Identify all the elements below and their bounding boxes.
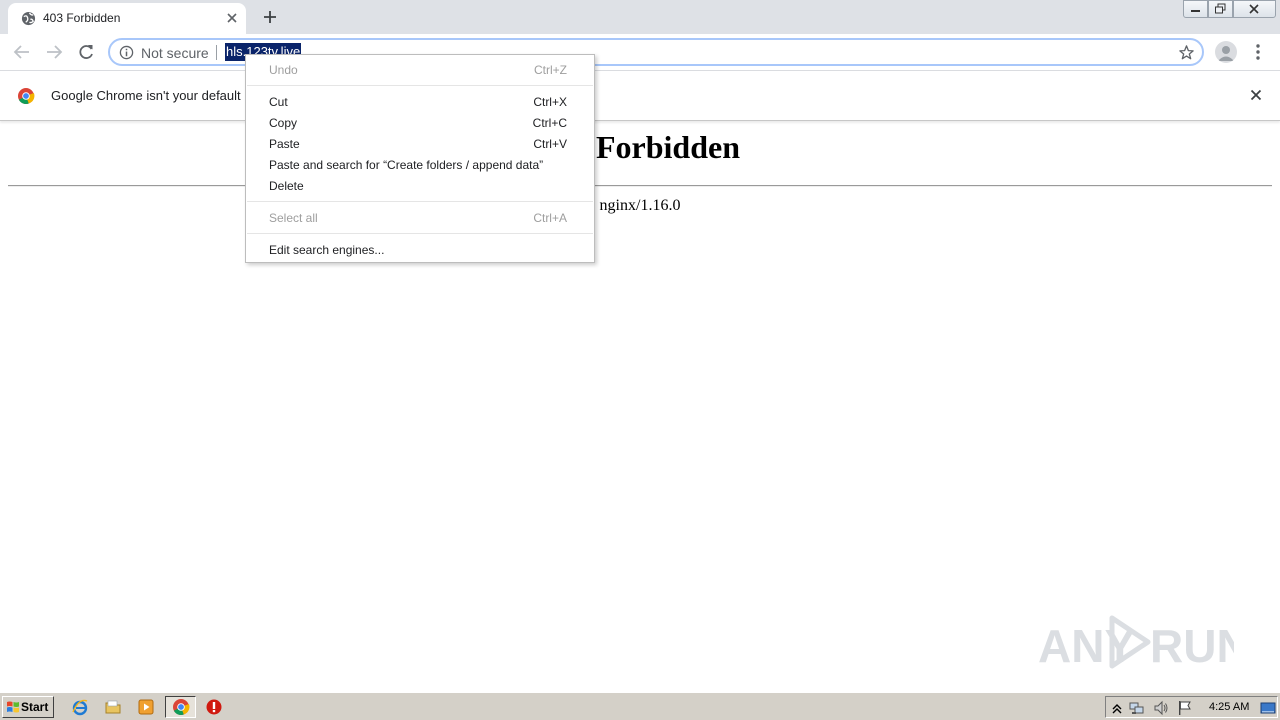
forward-icon[interactable] <box>43 41 65 63</box>
show-hidden-icon[interactable] <box>1109 700 1125 716</box>
reload-icon[interactable] <box>75 41 97 63</box>
tab-403-forbidden[interactable]: 403 Forbidden <box>8 3 246 34</box>
flag-icon[interactable] <box>1177 700 1193 716</box>
desktop-icon[interactable] <box>1260 700 1276 716</box>
new-tab-button[interactable] <box>260 7 280 27</box>
page-heading: 403 Forbidden <box>539 129 741 165</box>
system-tray: 4:25 AM <box>1105 696 1278 718</box>
clock[interactable]: 4:25 AM <box>1209 701 1249 713</box>
menu-separator <box>247 85 593 86</box>
stop-icon[interactable] <box>205 698 223 716</box>
infobar-message: Google Chrome isn't your default br <box>51 88 256 103</box>
menu-separator <box>247 233 593 234</box>
windows-logo-icon <box>7 701 19 713</box>
globe-icon <box>21 11 36 26</box>
menu-separator <box>247 201 593 202</box>
tab-title: 403 Forbidden <box>43 11 121 25</box>
security-label[interactable]: Not secure <box>141 45 209 61</box>
browser-toolbar: Not secure hls.123tv.live <box>0 34 1280 71</box>
media-player-icon[interactable] <box>137 698 155 716</box>
taskbar: Start 4:25 AM <box>0 692 1280 720</box>
taskbar-chrome-button[interactable] <box>165 696 196 718</box>
info-icon[interactable] <box>119 45 134 60</box>
menu-item-undo[interactable]: Undo Ctrl+Z <box>246 59 594 80</box>
chrome-logo-icon <box>18 88 35 105</box>
default-browser-infobar: Google Chrome isn't your default br <box>0 71 1280 121</box>
chrome-icon <box>173 699 190 716</box>
start-label: Start <box>21 700 49 714</box>
folder-icon[interactable] <box>104 698 122 716</box>
start-button[interactable]: Start <box>2 696 54 718</box>
omnibox-divider <box>216 45 217 60</box>
restore-button[interactable] <box>1208 0 1233 18</box>
tab-strip: 403 Forbidden <box>0 0 1280 34</box>
menu-item-edit-search-engines[interactable]: Edit search engines... <box>246 239 594 260</box>
menu-item-paste[interactable]: Paste Ctrl+V <box>246 133 594 154</box>
back-icon[interactable] <box>11 41 33 63</box>
bookmark-star-icon[interactable] <box>1178 44 1195 61</box>
menu-item-select-all[interactable]: Select all Ctrl+A <box>246 207 594 228</box>
volume-icon[interactable] <box>1153 700 1169 716</box>
menu-item-delete[interactable]: Delete <box>246 175 594 196</box>
close-icon[interactable] <box>1249 88 1263 102</box>
menu-item-paste-and-search[interactable]: Paste and search for “Create folders / a… <box>246 154 594 175</box>
svg-text:RUN: RUN <box>1150 620 1234 670</box>
internet-explorer-icon[interactable] <box>71 698 89 716</box>
page-divider <box>8 185 1272 187</box>
context-menu: Undo Ctrl+Z Cut Ctrl+X Copy Ctrl+C Paste… <box>245 54 595 263</box>
profile-avatar-icon[interactable] <box>1215 41 1237 63</box>
close-icon[interactable] <box>225 11 239 25</box>
more-vert-icon[interactable] <box>1252 42 1264 62</box>
menu-item-cut[interactable]: Cut Ctrl+X <box>246 91 594 112</box>
network-icon[interactable] <box>1129 700 1145 716</box>
close-window-button[interactable] <box>1233 0 1276 18</box>
minimize-button[interactable] <box>1183 0 1208 18</box>
server-signature: nginx/1.16.0 <box>599 197 681 214</box>
anyrun-watermark-logo: ANY RUN <box>1038 615 1234 670</box>
menu-item-copy[interactable]: Copy Ctrl+C <box>246 112 594 133</box>
